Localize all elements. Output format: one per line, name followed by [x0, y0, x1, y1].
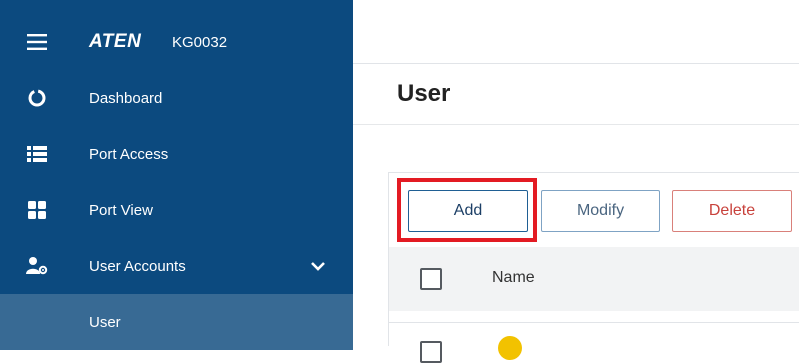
- sidebar-item-port-view[interactable]: Port View: [0, 182, 353, 238]
- brand-bar: ATEN KG0032: [0, 14, 353, 70]
- hamburger-menu-icon[interactable]: [26, 31, 48, 53]
- header-divider: [389, 322, 799, 323]
- dashboard-ring-icon: [26, 87, 48, 109]
- sidebar: ATEN KG0032 Dashboard Port Access Port V…: [0, 0, 353, 350]
- sidebar-item-user-accounts[interactable]: User Accounts: [0, 238, 353, 294]
- sidebar-item-label: User Accounts: [89, 257, 186, 275]
- sidebar-item-label: User: [89, 313, 121, 331]
- select-all-checkbox[interactable]: [420, 268, 442, 290]
- chevron-down-icon[interactable]: [310, 258, 326, 274]
- list-icon: [26, 143, 48, 165]
- sidebar-item-user[interactable]: User: [0, 294, 353, 350]
- user-avatar-icon: [498, 336, 522, 360]
- user-settings-icon: [26, 255, 48, 277]
- sidebar-item-label: Dashboard: [89, 89, 163, 107]
- sidebar-item-label: Port Access: [89, 145, 169, 163]
- table-header: [389, 247, 799, 311]
- top-bar-divider: [353, 63, 799, 64]
- grid-icon: [26, 199, 48, 221]
- page-title: User: [397, 80, 451, 107]
- sidebar-item-label: Port View: [89, 201, 153, 219]
- aten-logo: ATEN: [89, 31, 142, 52]
- sidebar-item-port-access[interactable]: Port Access: [0, 126, 353, 182]
- delete-button[interactable]: Delete: [672, 190, 792, 232]
- device-model: KG0032: [172, 33, 228, 51]
- highlight-box: [397, 178, 537, 242]
- row-checkbox[interactable]: [420, 341, 442, 363]
- title-divider: [353, 124, 799, 125]
- modify-button[interactable]: Modify: [541, 190, 660, 232]
- column-header-name[interactable]: Name: [492, 269, 535, 287]
- sidebar-item-dashboard[interactable]: Dashboard: [0, 70, 353, 126]
